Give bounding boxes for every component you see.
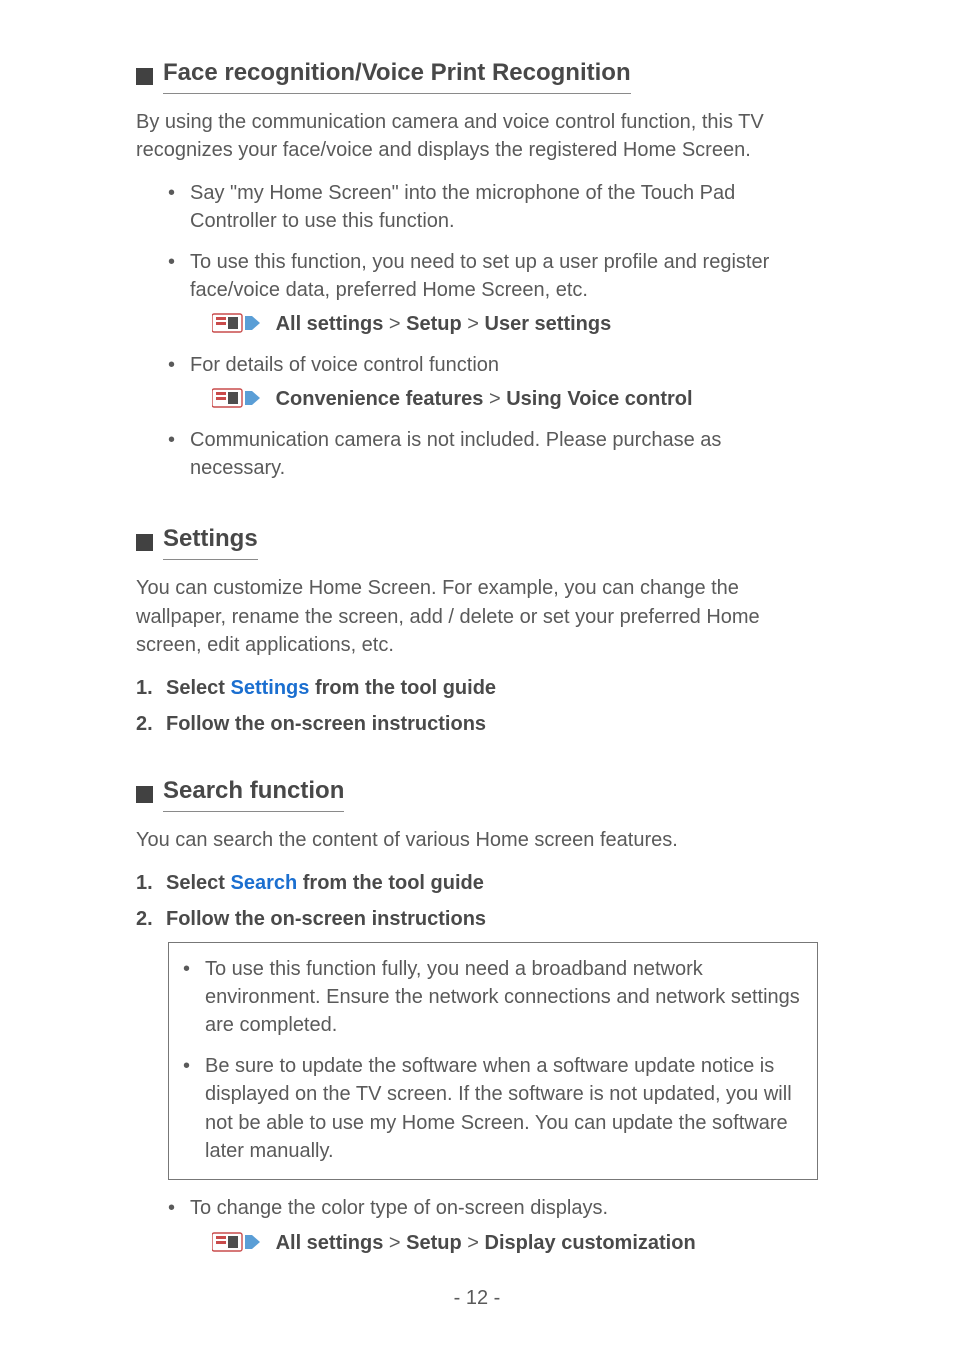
breadcrumb-sep: > xyxy=(383,313,406,335)
note-box: To use this function fully, you need a b… xyxy=(168,942,818,1181)
breadcrumb-part: Using Voice control xyxy=(506,388,692,410)
face-intro: By using the communication camera and vo… xyxy=(136,108,818,165)
heading-text: Face recognition/Voice Print Recognition xyxy=(163,56,631,94)
search-step-1: Select Search from the tool guide xyxy=(136,869,818,897)
breadcrumb-ref-2[interactable]: Convenience features > Using Voice contr… xyxy=(212,385,818,413)
settings-link[interactable]: Settings xyxy=(230,677,309,699)
square-bullet-icon xyxy=(136,786,153,803)
breadcrumb-sep: > xyxy=(462,1232,485,1254)
search-bullet-1: To change the color type of on-screen di… xyxy=(168,1194,818,1257)
face-bullet-2-text: To use this function, you need to set up… xyxy=(190,251,769,301)
face-bullet-4: Communication camera is not included. Pl… xyxy=(168,426,818,483)
reference-icon xyxy=(212,313,260,333)
face-bullet-3: For details of voice control function Co… xyxy=(168,351,818,414)
settings-intro: You can customize Home Screen. For examp… xyxy=(136,574,818,659)
section-heading-settings: Settings xyxy=(136,522,818,560)
settings-step-2: Follow the on-screen instructions xyxy=(136,710,818,738)
square-bullet-icon xyxy=(136,534,153,551)
breadcrumb-ref-3[interactable]: All settings > Setup > Display customiza… xyxy=(212,1229,818,1257)
face-bullet-2: To use this function, you need to set up… xyxy=(168,248,818,339)
step-text: Select xyxy=(166,872,230,894)
breadcrumb-part: User settings xyxy=(485,313,612,335)
search-bullet-1-text: To change the color type of on-screen di… xyxy=(190,1197,608,1219)
breadcrumb-part: Convenience features xyxy=(276,388,484,410)
section-heading-search: Search function xyxy=(136,774,818,812)
heading-text: Search function xyxy=(163,774,344,812)
face-bullet-1: Say "my Home Screen" into the microphone… xyxy=(168,179,818,236)
step-text: from the tool guide xyxy=(297,872,484,894)
step-text: from the tool guide xyxy=(309,677,496,699)
page-number: - 12 - xyxy=(0,1287,954,1310)
search-step-2: Follow the on-screen instructions xyxy=(136,905,818,933)
reference-icon xyxy=(212,1232,260,1252)
breadcrumb-sep: > xyxy=(483,388,506,410)
section-heading-face: Face recognition/Voice Print Recognition xyxy=(136,56,818,94)
step-text: Select xyxy=(166,677,230,699)
face-bullet-3-text: For details of voice control function xyxy=(190,354,499,376)
note-bullet-1: To use this function fully, you need a b… xyxy=(183,955,803,1040)
search-link[interactable]: Search xyxy=(230,872,297,894)
settings-step-1: Select Settings from the tool guide xyxy=(136,674,818,702)
breadcrumb-part: Display customization xyxy=(485,1232,696,1254)
reference-icon xyxy=(212,388,260,408)
breadcrumb-part: Setup xyxy=(406,1232,462,1254)
breadcrumb-sep: > xyxy=(462,313,485,335)
breadcrumb-part: All settings xyxy=(276,313,384,335)
square-bullet-icon xyxy=(136,68,153,85)
breadcrumb-part: Setup xyxy=(406,313,462,335)
search-intro: You can search the content of various Ho… xyxy=(136,826,818,854)
breadcrumb-sep: > xyxy=(383,1232,406,1254)
note-bullet-2: Be sure to update the software when a so… xyxy=(183,1052,803,1166)
heading-text: Settings xyxy=(163,522,258,560)
breadcrumb-part: All settings xyxy=(276,1232,384,1254)
breadcrumb-ref-1[interactable]: All settings > Setup > User settings xyxy=(212,310,818,338)
